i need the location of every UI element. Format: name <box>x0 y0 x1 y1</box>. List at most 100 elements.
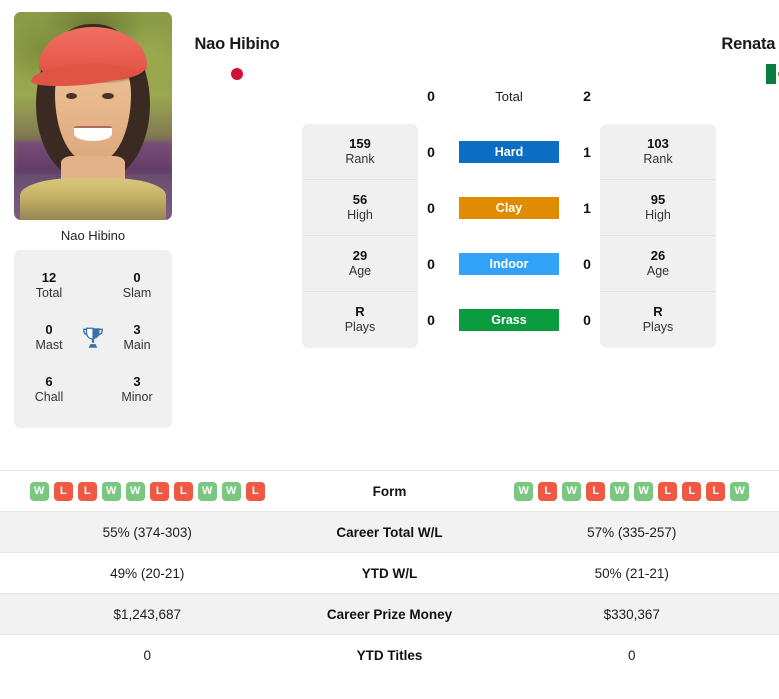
right-age-value: 26 <box>650 247 666 263</box>
left-ytd-titles: 0 <box>143 647 151 663</box>
comparison-header-area: Nao Hibino 12 Total 0 Slam 0 Mast 3 Main… <box>0 0 779 470</box>
left-titles-row-2: 0 Mast 3 Main <box>20 312 166 364</box>
right-stat-high: 95 High <box>600 180 716 236</box>
table-row-career-wl: 55% (374-303) Career Total W/L 57% (335-… <box>0 511 779 552</box>
left-titles-total: 12 Total <box>20 270 78 302</box>
h2h-indoor-badge[interactable]: Indoor <box>459 253 559 275</box>
player-comparison-page: Nao Hibino 12 Total 0 Slam 0 Mast 3 Main… <box>0 0 779 699</box>
left-age-value: 29 <box>352 247 368 263</box>
left-titles-minor: 3 Minor <box>108 374 166 406</box>
left-player-column: Nao Hibino 12 Total 0 Slam 0 Mast 3 Main… <box>14 12 172 428</box>
left-stat-plays: R Plays <box>302 292 418 348</box>
japan-flag-disc <box>231 67 243 80</box>
left-titles-row-3: 6 Chall 3 Minor <box>20 364 166 416</box>
row-label-career-wl: Career Total W/L <box>336 524 443 540</box>
left-stat-rank: 159 Rank <box>302 124 418 180</box>
h2h-grass-badge[interactable]: Grass <box>459 309 559 331</box>
left-titles-chall: 6 Chall <box>20 374 78 406</box>
h2h-total-left-score: 0 <box>427 88 435 104</box>
left-titles-main: 3 Main <box>108 322 166 354</box>
h2h-grass-right-score: 0 <box>583 312 591 328</box>
right-player-name[interactable]: Renata Zarazua <box>716 34 779 55</box>
right-stat-rank: 103 Rank <box>600 124 716 180</box>
left-titles-main-value: 3 <box>133 322 141 338</box>
form-badge-loss[interactable]: L <box>682 481 702 501</box>
left-photo-smile <box>74 126 112 141</box>
table-row-ytd-titles: 0 YTD Titles 0 <box>0 634 779 675</box>
form-badge-loss[interactable]: L <box>245 481 265 501</box>
left-rank-value: 159 <box>349 135 371 151</box>
left-titles-minor-value: 3 <box>133 374 141 390</box>
h2h-row-total: 0 Total 2 <box>418 68 600 124</box>
left-high-label: High <box>347 207 373 222</box>
table-row-form: WLLWWLLWWL Form WLWLWWLLLW <box>0 470 779 511</box>
form-badge-loss[interactable]: L <box>53 481 73 501</box>
form-badge-win[interactable]: W <box>125 481 145 501</box>
left-high-value: 56 <box>352 191 368 207</box>
left-form-strip: WLLWWLLWWL <box>29 481 265 501</box>
left-titles-row-1: 12 Total 0 Slam <box>20 260 166 312</box>
form-badge-loss[interactable]: L <box>77 481 97 501</box>
form-badge-loss[interactable]: L <box>706 481 726 501</box>
form-badge-win[interactable]: W <box>221 481 241 501</box>
left-titles-minor-label: Minor <box>121 390 153 405</box>
h2h-clay-badge-wrap: Clay <box>444 197 574 219</box>
right-rank-value: 103 <box>647 135 669 151</box>
form-badge-win[interactable]: W <box>101 481 121 501</box>
right-plays-label: Plays <box>642 320 674 335</box>
left-photo-eye-right <box>102 93 114 100</box>
left-stat-high: 56 High <box>302 180 418 236</box>
form-badge-loss[interactable]: L <box>173 481 193 501</box>
right-plays-value: R <box>653 304 663 320</box>
h2h-row-clay: 0 Clay 1 <box>418 180 600 236</box>
h2h-row-indoor: 0 Indoor 0 <box>418 236 600 292</box>
left-titles-slam: 0 Slam <box>108 270 166 302</box>
left-form-cell: WLLWWLLWWL <box>0 481 295 501</box>
h2h-total-label: Total <box>495 88 523 104</box>
form-badge-loss[interactable]: L <box>538 481 558 501</box>
form-badge-win[interactable]: W <box>197 481 217 501</box>
head-to-head-column: 0 Total 2 0 Hard 1 0 Clay 1 0 Indoor 0 0… <box>418 12 600 348</box>
h2h-indoor-badge-wrap: Indoor <box>444 253 574 275</box>
form-badge-win[interactable]: W <box>730 481 750 501</box>
table-row-career-prize: $1,243,687 Career Prize Money $330,367 <box>0 593 779 634</box>
row-label-ytd-titles: YTD Titles <box>356 647 423 663</box>
h2h-hard-badge[interactable]: Hard <box>459 141 559 163</box>
left-career-prize: $1,243,687 <box>113 606 182 622</box>
left-player-photo[interactable] <box>14 12 172 220</box>
form-badge-win[interactable]: W <box>29 481 49 501</box>
right-player-heading: Renata Zarazua <box>716 12 779 84</box>
h2h-grass-left-score: 0 <box>427 312 435 328</box>
left-titles-total-label: Total <box>35 286 63 301</box>
row-label-form: Form <box>372 483 407 499</box>
h2h-clay-left-score: 0 <box>427 200 435 216</box>
h2h-total-right-score: 2 <box>583 88 591 104</box>
row-label-ytd-wl: YTD W/L <box>361 565 418 581</box>
h2h-hard-badge-wrap: Hard <box>444 141 574 163</box>
h2h-indoor-right-score: 0 <box>583 256 591 272</box>
left-rank-label: Rank <box>345 151 375 166</box>
comparison-table: WLLWWLLWWL Form WLWLWWLLLW 55% (374-303)… <box>0 470 779 675</box>
japan-flag-icon <box>222 63 252 84</box>
left-titles-chall-label: Chall <box>34 390 64 405</box>
h2h-hard-left-score: 0 <box>427 144 435 160</box>
right-stat-plays: R Plays <box>600 292 716 348</box>
left-photo-shirt <box>20 178 166 220</box>
left-ytd-wl: 49% (20-21) <box>110 565 185 581</box>
h2h-row-hard: 0 Hard 1 <box>418 124 600 180</box>
form-badge-win[interactable]: W <box>634 481 654 501</box>
right-ytd-wl: 50% (21-21) <box>594 565 669 581</box>
form-badge-loss[interactable]: L <box>149 481 169 501</box>
table-row-ytd-wl: 49% (20-21) YTD W/L 50% (21-21) <box>0 552 779 593</box>
right-form-cell: WLWLWWLLLW <box>485 481 779 501</box>
form-badge-win[interactable]: W <box>562 481 582 501</box>
form-badge-loss[interactable]: L <box>658 481 678 501</box>
right-stat-age: 26 Age <box>600 236 716 292</box>
left-player-name[interactable]: Nao Hibino <box>172 34 302 55</box>
form-badge-loss[interactable]: L <box>586 481 606 501</box>
form-badge-win[interactable]: W <box>610 481 630 501</box>
h2h-hard-right-score: 1 <box>583 144 591 160</box>
row-label-career-prize: Career Prize Money <box>326 606 453 622</box>
form-badge-win[interactable]: W <box>514 481 534 501</box>
h2h-clay-badge[interactable]: Clay <box>459 197 559 219</box>
